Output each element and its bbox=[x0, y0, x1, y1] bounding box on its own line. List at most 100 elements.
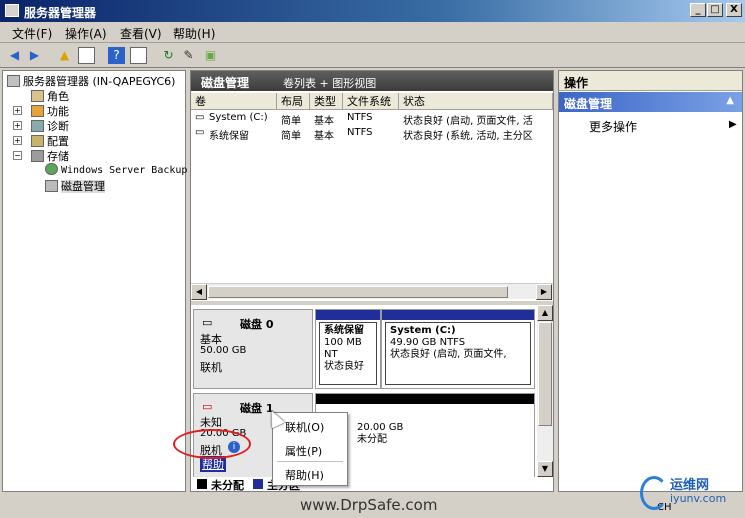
column-status[interactable]: 状态 bbox=[399, 93, 553, 110]
backup-icon bbox=[45, 163, 58, 175]
column-filesystem[interactable]: 文件系统 bbox=[343, 93, 399, 110]
menu-file[interactable]: 文件(F) bbox=[12, 25, 52, 42]
refresh-icon[interactable]: ↻ bbox=[160, 47, 177, 64]
tree-item-label: 配置 bbox=[47, 135, 69, 148]
menu-view[interactable]: 查看(V) bbox=[120, 25, 162, 42]
cell-status: 状态良好 (启动, 页面文件, 活 bbox=[403, 116, 533, 127]
actions-section-disk-management[interactable]: 磁盘管理 ▲ bbox=[559, 92, 742, 112]
up-folder-icon[interactable]: ▲ bbox=[56, 47, 73, 64]
cell-layout: 简单 bbox=[281, 116, 301, 127]
primary-partition-bar bbox=[382, 310, 534, 320]
collapse-icon[interactable]: − bbox=[13, 151, 22, 160]
legend: 未分配 主分区 bbox=[191, 477, 537, 492]
tree-item-label: 角色 bbox=[47, 90, 69, 103]
partition-name: System (C:) bbox=[390, 325, 456, 336]
tree-item-backup[interactable]: Windows Server Backup bbox=[45, 163, 187, 178]
settings-icon[interactable]: ✎ bbox=[180, 47, 197, 64]
partition-system-reserved[interactable]: 系统保留 100 MB NT 状态良好 bbox=[315, 309, 381, 389]
disk-0-info[interactable]: ▭ 磁盘 0 基本 50.00 GB 联机 bbox=[193, 309, 313, 389]
legend-primary-swatch bbox=[253, 479, 263, 489]
minimize-button[interactable]: _ bbox=[690, 3, 706, 17]
collapse-arrow-icon[interactable]: ▲ bbox=[726, 95, 734, 106]
roles-icon bbox=[31, 90, 44, 102]
properties-icon[interactable] bbox=[130, 47, 147, 64]
watermark-text: www.DrpSafe.com bbox=[300, 496, 438, 514]
close-button[interactable]: X bbox=[726, 3, 742, 17]
more-actions-item[interactable]: 更多操作 bbox=[589, 118, 637, 135]
diagnostics-icon bbox=[31, 120, 44, 132]
tree-item-server[interactable]: 服务器管理器 (IN-QAPEGYC6) bbox=[7, 73, 175, 88]
context-menu: 联机(O) 属性(P) 帮助(H) bbox=[272, 412, 348, 486]
menu-help[interactable]: 帮助(H) bbox=[173, 25, 215, 42]
pane-title: 磁盘管理 bbox=[201, 76, 250, 90]
actions-pane: 操作 磁盘管理 ▲ 更多操作 ▶ bbox=[558, 70, 743, 492]
disk-small-icon: ▭ bbox=[202, 316, 213, 329]
tree-item-features[interactable]: 功能 bbox=[31, 103, 69, 118]
brand-name: 运维网 bbox=[670, 478, 710, 493]
partition-system-c[interactable]: System (C:) 49.90 GB NTFS 状态良好 (启动, 页面文件… bbox=[381, 309, 535, 389]
unallocated-bar bbox=[316, 394, 534, 404]
partition-size: 20.00 GB bbox=[357, 422, 404, 433]
pane-header: 磁盘管理 卷列表 + 图形视图 bbox=[191, 71, 553, 91]
forward-icon[interactable]: ▶ bbox=[26, 47, 43, 64]
tree-item-disk-management[interactable]: 磁盘管理 bbox=[45, 178, 105, 193]
primary-partition-bar bbox=[316, 310, 380, 320]
partition-disk-1[interactable]: 20.00 GB 未分配 bbox=[315, 393, 535, 479]
disk-0-status: 联机 bbox=[200, 361, 222, 374]
disk-0-size: 50.00 GB bbox=[200, 345, 247, 356]
tree-item-configuration[interactable]: 配置 bbox=[31, 133, 69, 148]
help-icon[interactable]: ? bbox=[108, 47, 125, 64]
scroll-thumb[interactable] bbox=[208, 286, 508, 298]
tree-item-label: 功能 bbox=[47, 105, 69, 118]
scroll-thumb[interactable] bbox=[538, 322, 552, 426]
partition-details: System (C:) 49.90 GB NTFS 状态良好 (启动, 页面文件… bbox=[385, 322, 531, 385]
column-type[interactable]: 类型 bbox=[310, 93, 343, 110]
table-row[interactable]: ▭ System (C:) 简单 基本 NTFS 状态良好 (启动, 页面文件,… bbox=[191, 111, 553, 127]
scroll-right-icon[interactable]: ▶ bbox=[536, 284, 552, 300]
disk-graphic-view: ▭ 磁盘 0 基本 50.00 GB 联机 系统保留 100 MB NT 状态良… bbox=[173, 305, 553, 492]
cell-filesystem: NTFS bbox=[347, 112, 373, 123]
context-online[interactable]: 联机(O) bbox=[285, 419, 324, 435]
submenu-arrow-icon[interactable]: ▶ bbox=[729, 119, 737, 130]
partition-details: 20.00 GB 未分配 bbox=[319, 406, 531, 475]
partition-status: 状态良好 (启动, 页面文件, bbox=[390, 349, 507, 360]
cell-volume: 系统保留 bbox=[209, 131, 249, 142]
brand-url: iyunv.com bbox=[670, 492, 727, 505]
disk-icon bbox=[45, 180, 58, 192]
expand-icon[interactable]: + bbox=[13, 121, 22, 130]
status-bar: www.DrpSafe.com CH bbox=[0, 494, 745, 518]
tree-item-label: 存储 bbox=[47, 150, 69, 163]
tree-item-label: 诊断 bbox=[47, 120, 69, 133]
vertical-scrollbar[interactable]: ▲ ▼ bbox=[537, 305, 553, 477]
legend-unallocated-label: 未分配 bbox=[211, 479, 244, 492]
pane-subtitle: 卷列表 + 图形视图 bbox=[283, 77, 377, 90]
context-properties[interactable]: 属性(P) bbox=[285, 443, 322, 459]
title-bar: 服务器管理器 _ □ X bbox=[0, 0, 745, 22]
export-icon[interactable]: ▣ bbox=[202, 47, 219, 64]
column-layout[interactable]: 布局 bbox=[277, 93, 310, 110]
expand-icon[interactable]: + bbox=[13, 106, 22, 115]
expand-icon[interactable]: + bbox=[13, 136, 22, 145]
scroll-up-icon[interactable]: ▲ bbox=[537, 305, 553, 321]
tree-item-roles[interactable]: 角色 bbox=[31, 88, 69, 103]
menu-action[interactable]: 操作(A) bbox=[65, 25, 107, 42]
features-icon bbox=[31, 105, 44, 117]
actions-section-label: 磁盘管理 bbox=[564, 97, 613, 111]
scroll-down-icon[interactable]: ▼ bbox=[537, 461, 553, 477]
menu-bar: 文件(F) 操作(A) 查看(V) 帮助(H) bbox=[0, 22, 745, 43]
drive-icon: ▭ bbox=[195, 127, 205, 138]
tree-item-storage[interactable]: 存储 bbox=[31, 148, 69, 163]
cell-layout: 简单 bbox=[281, 131, 301, 142]
column-volume[interactable]: 卷 bbox=[191, 93, 277, 110]
storage-icon bbox=[31, 150, 44, 162]
maximize-button[interactable]: □ bbox=[707, 3, 723, 17]
tree-root-label: 服务器管理器 (IN-QAPEGYC6) bbox=[23, 75, 176, 88]
table-row[interactable]: ▭ 系统保留 简单 基本 NTFS 状态良好 (系统, 活动, 主分区 bbox=[191, 126, 553, 142]
tree-item-diagnostics[interactable]: 诊断 bbox=[31, 118, 69, 133]
back-icon[interactable]: ◀ bbox=[6, 47, 23, 64]
horizontal-scrollbar[interactable]: ◀ ▶ bbox=[191, 283, 553, 300]
brand-logo: 运维网 iyunv.com bbox=[640, 470, 745, 518]
scroll-left-icon[interactable]: ◀ bbox=[191, 284, 207, 300]
context-help[interactable]: 帮助(H) bbox=[285, 467, 324, 483]
show-tree-icon[interactable] bbox=[78, 47, 95, 64]
